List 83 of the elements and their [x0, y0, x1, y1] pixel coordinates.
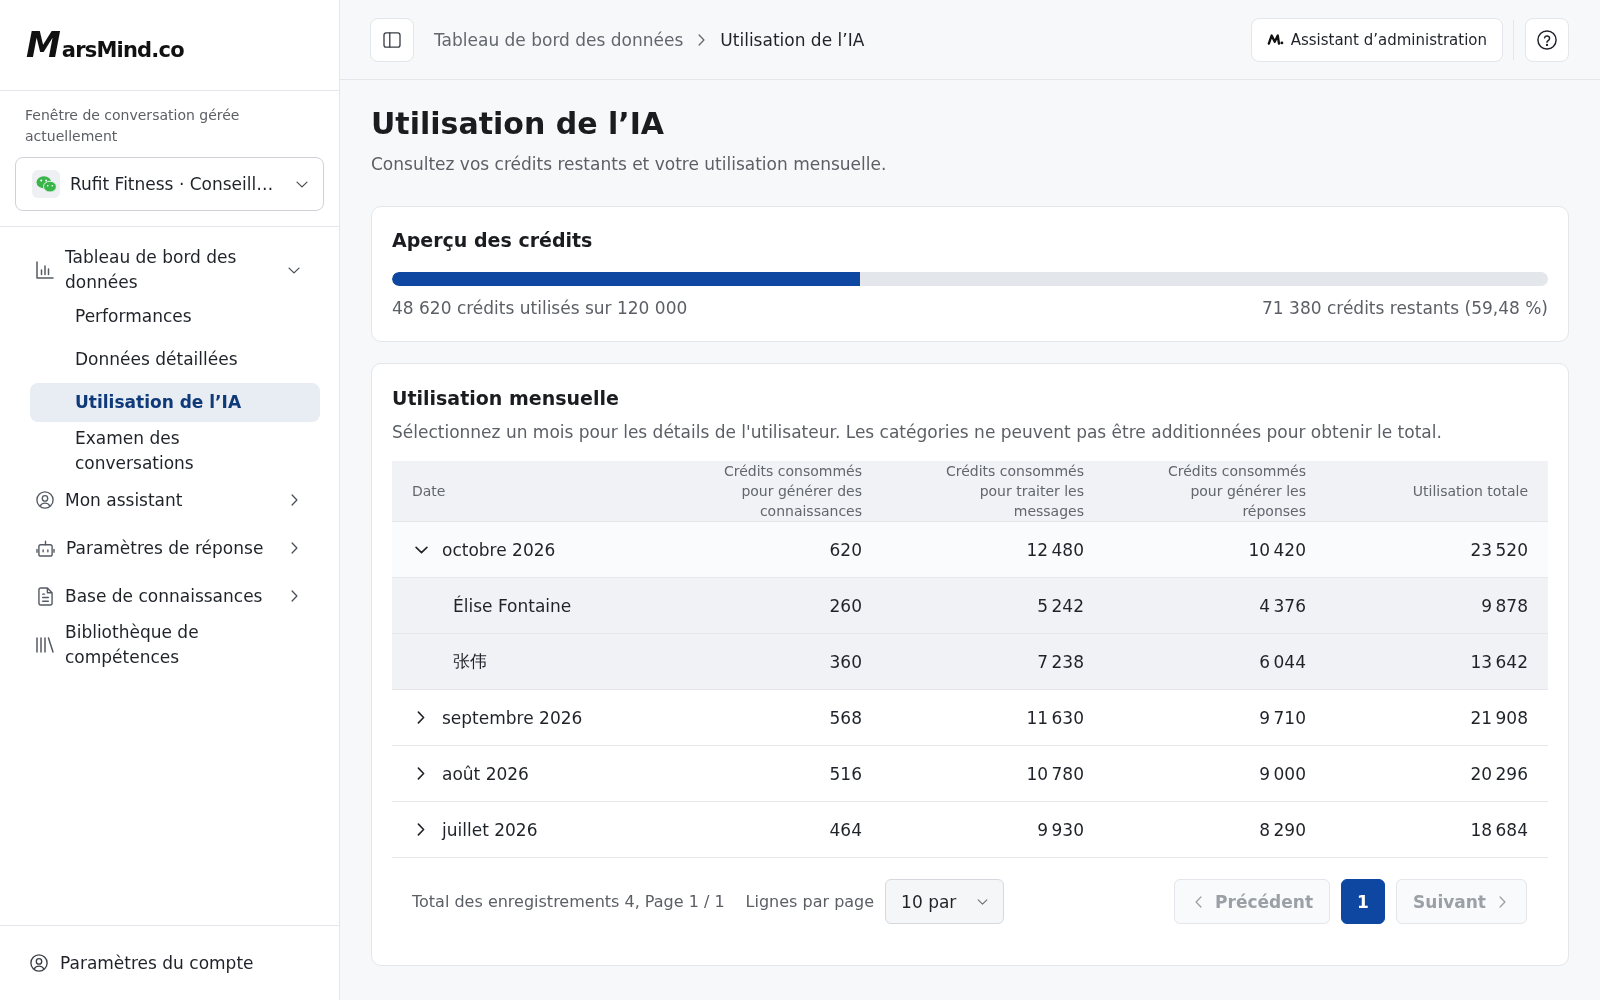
table-cell-text: 516 — [828, 762, 863, 786]
nav-subitem[interactable]: Utilisation de l’IA — [30, 383, 320, 422]
table-cell: octobre 2026 — [442, 539, 556, 560]
nav-item[interactable]: Paramètres de réponse — [30, 524, 320, 572]
document-icon — [37, 586, 53, 606]
table-cell-text: 18 684 — [1469, 818, 1529, 842]
table-cell-text: 张伟 — [452, 650, 488, 673]
sidebar-panel-icon — [383, 31, 401, 48]
help-icon — [1537, 29, 1557, 50]
table-cell-text: 21 908 — [1469, 706, 1529, 730]
table-cell-text: 5 242 — [1036, 594, 1085, 618]
card-title: Utilisation mensuelle — [392, 386, 620, 410]
user-circle-icon — [30, 954, 48, 972]
table-cell: août 2026 — [442, 763, 529, 784]
table-cell-text: 10 780 — [1025, 762, 1085, 786]
table-cell-text: 9 000 — [1258, 762, 1307, 786]
credits-used-text: 48 620 crédits utilisés sur 120 000 — [392, 297, 688, 320]
user-circle-icon — [36, 491, 54, 509]
breadcrumb-current: Utilisation de l’IA — [720, 29, 865, 50]
chevron-right-icon[interactable] — [417, 767, 425, 780]
table-cell-text: 10 420 — [1247, 538, 1307, 562]
logo[interactable]: MarsMind.co — [26, 27, 184, 63]
chevron-right-icon[interactable] — [417, 711, 425, 724]
select-label: Fenêtre de conversation gérée actuellement — [24, 106, 241, 146]
logo-mark-icon — [1266, 34, 1284, 45]
table-cell-text: 13 642 — [1469, 650, 1529, 674]
chevron-left-icon — [1195, 895, 1203, 908]
table-cell-text: 6 044 — [1258, 650, 1307, 674]
card-title: Aperçu des crédits — [392, 228, 594, 252]
table-cell-text: 8 290 — [1258, 818, 1307, 842]
table-cell-text: 9 930 — [1036, 818, 1085, 842]
nav-subitem[interactable]: Examen des conversations — [30, 426, 320, 476]
chat-bubbles-icon — [32, 170, 60, 198]
pagination-summary: Total des enregistrements 4, Page 1 / 1 — [412, 892, 725, 911]
table-cell-text: 260 — [828, 594, 863, 618]
chevron-down-icon[interactable] — [415, 545, 428, 554]
column-header: Crédits consommés pour traiter les messages — [944, 462, 1085, 521]
table-cell-text: 9 878 — [1480, 594, 1529, 618]
table-cell-text: Élise Fontaine — [452, 594, 573, 618]
chevron-down-icon — [977, 898, 989, 905]
nav-item[interactable]: Tableau de bord des données — [30, 245, 320, 295]
table-cell-text: 360 — [828, 650, 863, 674]
card-description: Sélectionnez un mois pour les détails de l'utilisateur. Les catégories ne peuvent pas être additionnées pour obtenir le total. — [392, 421, 1443, 444]
column-header: Date — [411, 482, 447, 501]
column-header: Crédits consommés pour générer les réponses — [1166, 462, 1307, 521]
nav-item[interactable]: Mon assistant — [30, 476, 320, 524]
column-header: Utilisation totale — [1411, 482, 1529, 501]
sidebar-toggle-button[interactable] — [370, 17, 414, 62]
nav-subitem[interactable]: Données détaillées — [30, 340, 320, 379]
table-cell-text: 7 238 — [1036, 650, 1085, 674]
page-size-select[interactable]: 10 par — [885, 879, 1005, 924]
books-icon — [36, 637, 54, 653]
account-settings-link[interactable]: Paramètres du compte — [30, 953, 254, 973]
table-cell-text: 620 — [828, 538, 863, 562]
breadcrumb-link[interactable]: Tableau de bord des données — [434, 29, 684, 50]
chevron-down-icon — [296, 180, 308, 188]
column-header: Crédits consommés pour générer des connaissances — [722, 462, 863, 521]
nav-item[interactable]: Bibliothèque de compétences — [30, 620, 320, 670]
credits-remaining-text: 71 380 crédits restants (59,48 %) — [1262, 297, 1548, 320]
bar-chart-icon — [36, 261, 54, 279]
nav-subitem[interactable]: Performances — [30, 297, 320, 336]
page-subtitle: Consultez vos crédits restants et votre utilisation mensuelle. — [371, 153, 888, 176]
table-cell-text: 20 296 — [1469, 762, 1529, 786]
page-title: Utilisation de l’IA — [371, 106, 665, 142]
table-cell-text: 4 376 — [1258, 594, 1307, 618]
rows-per-page-label: Lignes par page — [745, 892, 875, 911]
nav-item[interactable]: Base de connaissances — [30, 572, 320, 620]
table-cell-text: 23 520 — [1469, 538, 1529, 562]
table-cell-text: 11 630 — [1025, 706, 1085, 730]
table-cell: juillet 2026 — [442, 819, 538, 840]
channel-select[interactable]: Rufit Fitness · Conseill… — [15, 157, 324, 211]
table-cell-text: 9 710 — [1258, 706, 1307, 730]
help-button[interactable] — [1525, 17, 1569, 62]
table-cell-text: 12 480 — [1025, 538, 1085, 562]
assistant-button[interactable]: Assistant d’administration — [1250, 17, 1503, 62]
robot-icon — [36, 539, 55, 557]
table-cell-text: 464 — [828, 818, 863, 842]
chevron-right-icon[interactable] — [417, 823, 425, 836]
chevron-right-icon — [1499, 895, 1506, 908]
page-button[interactable]: 1 — [1341, 879, 1386, 924]
table-cell-text: 568 — [828, 706, 863, 730]
table-cell: septembre 2026 — [442, 707, 583, 728]
chevron-right-icon — [698, 33, 706, 46]
